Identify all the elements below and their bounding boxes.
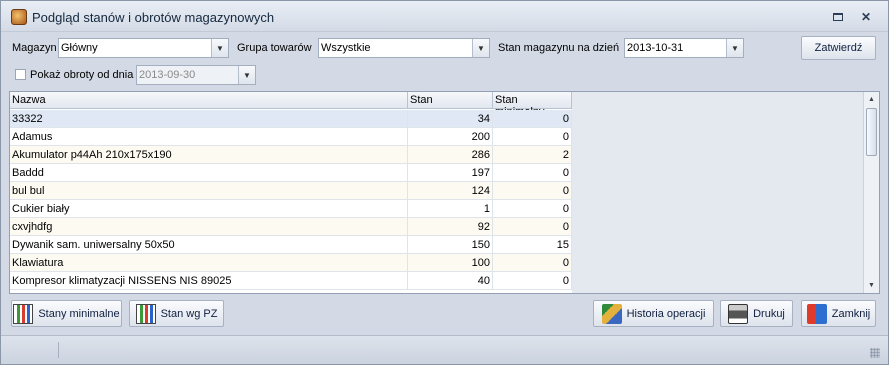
stock-grid: Nazwa Stan Stan minimalny 33322 34 0 Ada… xyxy=(9,91,880,294)
cell-stan-minimalny: 2 xyxy=(493,146,572,164)
confirm-button[interactable]: Zatwierdź xyxy=(801,36,876,60)
stan-wg-pz-button[interactable]: Stan wg PZ xyxy=(129,300,224,327)
obroty-label: Pokaż obroty od dnia xyxy=(30,69,134,81)
cell-nazwa: Baddd xyxy=(10,164,408,182)
grid-empty-area xyxy=(572,92,864,293)
main-window: Podgląd stanów i obrotów magazynowych ✕ … xyxy=(0,0,889,365)
chevron-down-icon[interactable]: ▼ xyxy=(726,39,743,57)
cell-nazwa: Akumulator p44Ah 210x175x190 xyxy=(10,146,408,164)
restore-icon xyxy=(833,13,843,21)
stan-wg-pz-label: Stan wg PZ xyxy=(160,307,218,320)
exit-door-icon xyxy=(806,303,827,324)
cell-stan-minimalny: 0 xyxy=(493,200,572,218)
cell-stan: 100 xyxy=(408,254,493,272)
cell-stan-minimalny: 0 xyxy=(493,272,572,290)
cell-stan-minimalny: 15 xyxy=(493,236,572,254)
column-header-stan-minimalny[interactable]: Stan minimalny xyxy=(493,92,572,118)
table-row[interactable]: Dywanik sam. uniwersalny 50x50 150 15 xyxy=(10,236,572,254)
restore-button[interactable] xyxy=(832,11,844,23)
obroty-date-picker[interactable]: 2013-09-30 ▼ xyxy=(136,65,256,85)
title-bar: Podgląd stanów i obrotów magazynowych ✕ xyxy=(1,1,888,32)
table-row[interactable]: Akumulator p44Ah 210x175x190 286 2 xyxy=(10,146,572,164)
table-row[interactable]: 33322 34 0 xyxy=(10,110,572,128)
cell-stan: 92 xyxy=(408,218,493,236)
historia-operacji-button[interactable]: Historia operacji xyxy=(593,300,714,327)
cell-nazwa: Kompresor klimatyzacji NISSENS NIS 89025 xyxy=(10,272,408,290)
scroll-thumb[interactable] xyxy=(866,108,877,156)
column-header-stan[interactable]: Stan xyxy=(408,92,493,109)
cell-nazwa: Cukier biały xyxy=(10,200,408,218)
cell-nazwa: Dywanik sam. uniwersalny 50x50 xyxy=(10,236,408,254)
bar-chart-icon xyxy=(13,303,34,324)
cell-stan: 200 xyxy=(408,128,493,146)
drukuj-button[interactable]: Drukuj xyxy=(720,300,793,327)
cell-stan-minimalny: 0 xyxy=(493,218,572,236)
magazyn-label: Magazyn xyxy=(12,42,57,54)
cell-stan-minimalny: 0 xyxy=(493,164,572,182)
table-row[interactable]: bul bul 124 0 xyxy=(10,182,572,200)
chevron-down-icon[interactable]: ▼ xyxy=(238,66,255,84)
chevron-down-icon[interactable]: ▼ xyxy=(211,39,228,57)
table-row[interactable]: Kompresor klimatyzacji NISSENS NIS 89025… xyxy=(10,272,572,290)
zamknij-label: Zamknij xyxy=(831,307,871,320)
cell-nazwa: Adamus xyxy=(10,128,408,146)
table-row[interactable]: Cukier biały 1 0 xyxy=(10,200,572,218)
warehouse-icon xyxy=(11,9,27,25)
cell-stan: 34 xyxy=(408,110,493,128)
column-header-nazwa[interactable]: Nazwa xyxy=(10,92,408,109)
obroty-date-value: 2013-09-30 xyxy=(139,69,196,81)
scroll-up-icon[interactable]: ▲ xyxy=(864,92,879,107)
drukuj-label: Drukuj xyxy=(753,307,785,320)
table-row[interactable]: Klawiatura 100 0 xyxy=(10,254,572,272)
stan-date-picker[interactable]: 2013-10-31 ▼ xyxy=(624,38,744,58)
zamknij-button[interactable]: Zamknij xyxy=(801,300,876,327)
cell-stan: 124 xyxy=(408,182,493,200)
window-title: Podgląd stanów i obrotów magazynowych xyxy=(32,10,275,25)
grupa-value: Wszystkie xyxy=(321,42,371,54)
cell-nazwa: 33322 xyxy=(10,110,408,128)
historia-label: Historia operacji xyxy=(626,307,706,320)
cell-stan: 40 xyxy=(408,272,493,290)
grupa-combo[interactable]: Wszystkie ▼ xyxy=(318,38,490,58)
grid-header: Nazwa Stan Stan minimalny xyxy=(10,92,572,118)
status-bar xyxy=(1,335,888,364)
table-row[interactable]: cxvjhdfg 92 0 xyxy=(10,218,572,236)
stany-minimalne-label: Stany minimalne xyxy=(38,307,120,320)
close-button[interactable]: ✕ xyxy=(860,11,872,23)
stan-date-value: 2013-10-31 xyxy=(627,42,684,54)
cell-stan-minimalny: 0 xyxy=(493,182,572,200)
cell-stan-minimalny: 0 xyxy=(493,110,572,128)
printer-icon xyxy=(728,303,749,324)
stany-minimalne-button[interactable]: Stany minimalne xyxy=(11,300,122,327)
vertical-scrollbar[interactable]: ▲ ▼ xyxy=(863,92,879,293)
cell-stan: 197 xyxy=(408,164,493,182)
books-icon xyxy=(601,303,622,324)
cell-stan-minimalny: 0 xyxy=(493,128,572,146)
chevron-down-icon[interactable]: ▼ xyxy=(472,39,489,57)
scroll-down-icon[interactable]: ▼ xyxy=(864,278,879,293)
cell-nazwa: bul bul xyxy=(10,182,408,200)
bar-chart-icon xyxy=(135,303,156,324)
table-row[interactable]: Baddd 197 0 xyxy=(10,164,572,182)
cell-stan: 150 xyxy=(408,236,493,254)
resize-grip-icon[interactable] xyxy=(870,348,880,358)
magazyn-combo[interactable]: Główny ▼ xyxy=(58,38,229,58)
status-separator xyxy=(58,342,59,358)
cell-stan: 1 xyxy=(408,200,493,218)
magazyn-value: Główny xyxy=(61,42,98,54)
cell-nazwa: cxvjhdfg xyxy=(10,218,408,236)
stan-label: Stan magazynu na dzień xyxy=(498,42,620,54)
cell-stan: 286 xyxy=(408,146,493,164)
grupa-label: Grupa towarów xyxy=(237,42,312,54)
cell-nazwa: Klawiatura xyxy=(10,254,408,272)
cell-stan-minimalny: 0 xyxy=(493,254,572,272)
obroty-checkbox[interactable] xyxy=(15,69,26,80)
table-row[interactable]: Adamus 200 0 xyxy=(10,128,572,146)
